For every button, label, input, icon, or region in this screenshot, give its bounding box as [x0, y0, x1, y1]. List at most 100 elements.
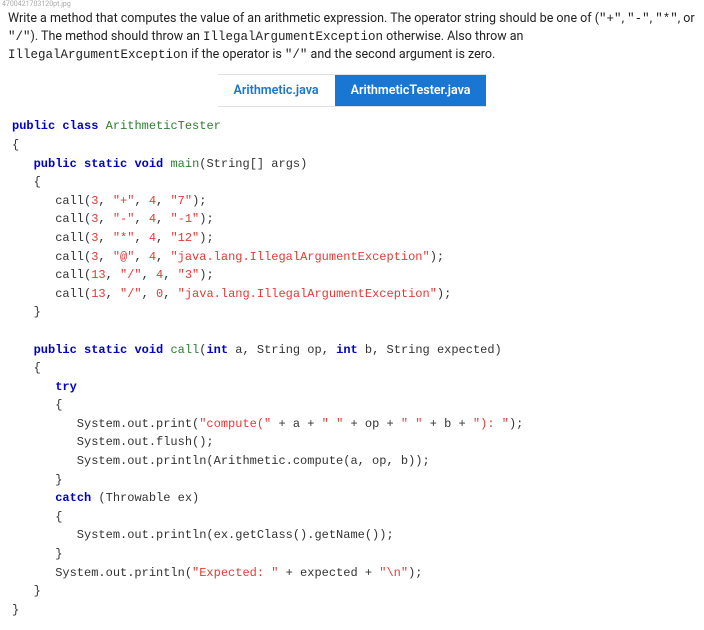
code-num: 13: [91, 287, 105, 301]
code-str: "compute(": [199, 417, 271, 431]
code-viewer: public class ArithmeticTester { public s…: [0, 113, 704, 627]
code-kw: public: [34, 157, 77, 171]
code-str: "java.lang.IllegalArgumentException": [178, 287, 437, 301]
code-str: "@": [113, 250, 135, 264]
code-text: ,: [98, 231, 112, 245]
code-text: + a +: [271, 417, 321, 431]
code-text: ,: [106, 268, 120, 282]
code-text: call(: [12, 231, 91, 245]
code-text: {: [12, 138, 19, 152]
desc-text: otherwise. Also throw an: [383, 29, 523, 44]
code-text: ,: [134, 194, 148, 208]
code-str: "*": [113, 231, 135, 245]
code-text: ,: [98, 212, 112, 226]
code-text: );: [192, 194, 206, 208]
tiny-header: 4700421703120pt.jpg: [0, 0, 704, 8]
code-text: ,: [156, 250, 170, 264]
desc-text: if the operator is: [188, 47, 285, 62]
code-num: 4: [149, 194, 156, 208]
code-text: + op +: [343, 417, 401, 431]
desc-exception: IllegalArgumentException: [203, 30, 383, 44]
code-text: ,: [98, 250, 112, 264]
code-str: "/": [120, 268, 142, 282]
code-text: [12, 380, 55, 394]
desc-text: Write a method that computes the value o…: [8, 11, 599, 26]
code-kw: class: [62, 119, 98, 133]
code-method: call: [170, 343, 199, 357]
code-text: b, String expected): [358, 343, 502, 357]
code-text: );: [199, 231, 213, 245]
code-class: ArithmeticTester: [106, 119, 221, 133]
tab-arithmetic[interactable]: Arithmetic.java: [218, 75, 335, 106]
code-text: }: [12, 547, 62, 561]
code-kw: try: [55, 380, 77, 394]
code-text: {: [12, 398, 62, 412]
code-text: );: [509, 417, 523, 431]
code-str: "): ": [473, 417, 509, 431]
desc-text: , or: [678, 11, 695, 26]
code-text: ,: [163, 268, 177, 282]
code-str: " ": [322, 417, 344, 431]
file-tabs: Arithmetic.java ArithmeticTester.java: [218, 74, 487, 107]
code-str: "-1": [170, 212, 199, 226]
code-str: "12": [170, 231, 199, 245]
code-text: [77, 157, 84, 171]
code-text: );: [408, 566, 422, 580]
code-text: call(: [12, 250, 91, 264]
problem-description: Write a method that computes the value o…: [0, 8, 704, 74]
code-text: }: [12, 584, 41, 598]
code-text: ,: [142, 287, 156, 301]
code-text: ,: [142, 268, 156, 282]
code-text: System.out.flush();: [12, 435, 214, 449]
code-text: ,: [156, 194, 170, 208]
desc-op-plus: "+": [599, 12, 622, 26]
code-text: );: [199, 268, 213, 282]
code-text: (String[] args): [199, 157, 307, 171]
code-kw: void: [134, 157, 163, 171]
code-text: ,: [134, 212, 148, 226]
desc-text: ). The method should throw an: [31, 29, 203, 44]
code-text: [12, 491, 55, 505]
code-kw: catch: [55, 491, 91, 505]
code-str: "+": [113, 194, 135, 208]
code-text: ,: [156, 212, 170, 226]
code-text: ,: [134, 250, 148, 264]
code-text: }: [12, 305, 41, 319]
code-text: ,: [134, 231, 148, 245]
code-text: call(: [12, 194, 91, 208]
code-kw: int: [206, 343, 228, 357]
desc-exception: IllegalArgumentException: [8, 48, 188, 62]
code-text: );: [199, 212, 213, 226]
code-text: }: [12, 603, 19, 617]
code-text: );: [430, 250, 444, 264]
code-text: {: [12, 510, 62, 524]
code-kw: int: [336, 343, 358, 357]
code-kw: void: [134, 343, 163, 357]
code-text: + b +: [423, 417, 473, 431]
code-num: 4: [149, 231, 156, 245]
desc-text: and the second argument is zero.: [307, 47, 495, 62]
code-text: [77, 343, 84, 357]
code-text: call(: [12, 212, 91, 226]
code-text: call(: [12, 268, 91, 282]
code-text: System.out.print(: [12, 417, 199, 431]
code-kw: public: [12, 119, 55, 133]
code-str: "3": [178, 268, 200, 282]
code-text: [12, 343, 34, 357]
desc-op-minus: "-": [627, 12, 650, 26]
code-text: [98, 119, 105, 133]
desc-op-mult: "*": [655, 12, 678, 26]
code-str: "-": [113, 212, 135, 226]
code-str: "7": [170, 194, 192, 208]
code-str: "/": [120, 287, 142, 301]
code-text: ,: [163, 287, 177, 301]
tab-arithmetic-tester[interactable]: ArithmeticTester.java: [335, 75, 487, 106]
code-text: ,: [98, 194, 112, 208]
code-str: "\n": [379, 566, 408, 580]
code-text: ,: [106, 287, 120, 301]
code-str: "Expected: ": [192, 566, 278, 580]
code-str: "java.lang.IllegalArgumentException": [170, 250, 429, 264]
code-str: " ": [401, 417, 423, 431]
code-text: ,: [156, 231, 170, 245]
code-text: {: [12, 175, 41, 189]
